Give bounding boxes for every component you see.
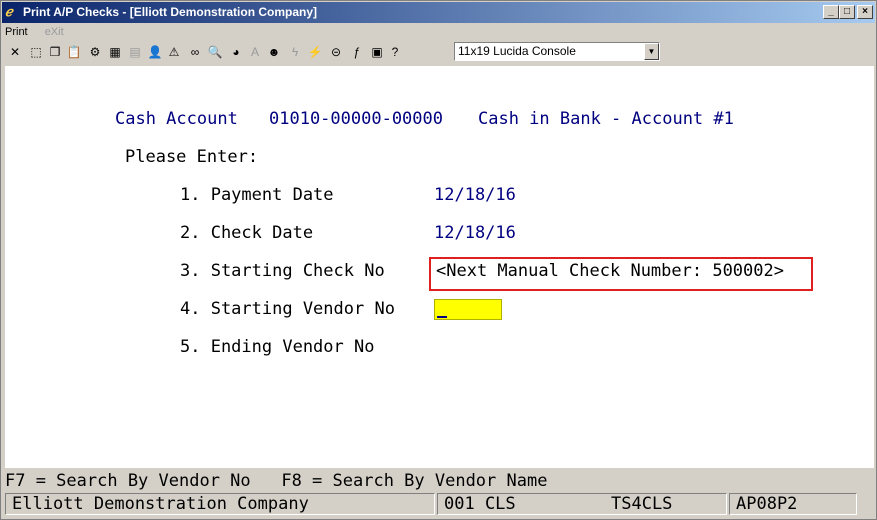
binoculars-icon[interactable]: ∞: [185, 42, 205, 62]
check-date-label: 2. Check Date: [180, 223, 314, 243]
title-bar: ℯ Print A/P Checks - [Elliott Demonstrat…: [2, 2, 875, 23]
ending-vendor-no-label: 5. Ending Vendor No: [180, 337, 375, 357]
print-icon[interactable]: ▣: [367, 42, 387, 62]
text-cursor: [437, 316, 447, 318]
terminal-screen: Cash Account 01010-00000-00000 Cash in B…: [5, 66, 874, 468]
macro-icon[interactable]: ⚡: [305, 42, 325, 62]
user-icon[interactable]: 👤: [145, 42, 165, 62]
maximize-button[interactable]: □: [839, 5, 855, 19]
status-program: AP08P2: [729, 493, 857, 515]
select-icon[interactable]: ⬚: [26, 42, 46, 62]
person-icon[interactable]: ☻: [264, 42, 284, 62]
warning-icon[interactable]: ⚠: [164, 42, 184, 62]
status-station: TS4CLS: [611, 494, 673, 514]
paste-icon[interactable]: 📋: [64, 42, 84, 62]
cash-account-number: 01010-00000-00000: [269, 109, 443, 129]
status-user: 001 CLS: [437, 493, 727, 515]
window-title: Print A/P Checks - [Elliott Demonstratio…: [23, 5, 318, 19]
cash-account-description: Cash in Bank - Account #1: [478, 109, 734, 129]
app-icon: ℯ: [5, 4, 13, 19]
cash-account-label: Cash Account: [115, 109, 238, 129]
payment-date-value[interactable]: 12/18/16: [434, 184, 516, 206]
payment-date-label: 1. Payment Date: [180, 185, 334, 205]
status-company: Elliott Demonstration Company: [5, 493, 435, 515]
close-button[interactable]: ×: [857, 5, 873, 19]
help-icon[interactable]: ?: [385, 42, 405, 62]
search-icon[interactable]: 🔍: [205, 42, 225, 62]
function-key-hints: F7 = Search By Vendor No F8 = Search By …: [5, 471, 548, 491]
chevron-down-icon[interactable]: ▼: [644, 43, 659, 60]
font-select-value: 11x19 Lucida Console: [458, 44, 576, 58]
menu-print[interactable]: Print: [5, 26, 28, 38]
globe-icon[interactable]: ◕: [226, 42, 246, 62]
function-icon[interactable]: ƒ: [347, 42, 367, 62]
starting-check-no-value[interactable]: <Next Manual Check Number: 500002>: [436, 260, 784, 282]
print-ap-checks-window: ℯ Print A/P Checks - [Elliott Demonstrat…: [0, 0, 877, 520]
starting-vendor-no-label: 4. Starting Vendor No: [180, 299, 395, 319]
copy-icon[interactable]: ❐: [45, 42, 65, 62]
font-select[interactable]: 11x19 Lucida Console ▼: [454, 42, 660, 61]
status-bar: Elliott Demonstration Company 001 CLS AP…: [5, 492, 874, 517]
settings-icon[interactable]: ⚙: [85, 42, 105, 62]
close-x-icon[interactable]: ✕: [5, 42, 25, 62]
minimize-button[interactable]: _: [823, 5, 839, 19]
starting-check-no-label: 3. Starting Check No: [180, 261, 385, 281]
please-enter-prompt: Please Enter:: [125, 147, 259, 167]
toolbar: ✕ ⬚ ❐ 📋 ⚙ ▦ ▤ 👤 ⚠ ∞ 🔍 ◕ A ☻ ϟ ⚡ ⊝ ƒ ▣ ? …: [5, 41, 873, 63]
notes-icon[interactable]: ▤: [125, 42, 145, 62]
menu-exit[interactable]: eXit: [45, 26, 64, 38]
check-date-value[interactable]: 12/18/16: [434, 222, 516, 244]
properties-icon[interactable]: ▦: [105, 42, 125, 62]
link-icon[interactable]: ⊝: [326, 42, 346, 62]
lightning-icon[interactable]: ϟ: [285, 42, 305, 62]
menu-bar: Print eXit: [5, 24, 78, 40]
font-icon[interactable]: A: [245, 42, 265, 62]
